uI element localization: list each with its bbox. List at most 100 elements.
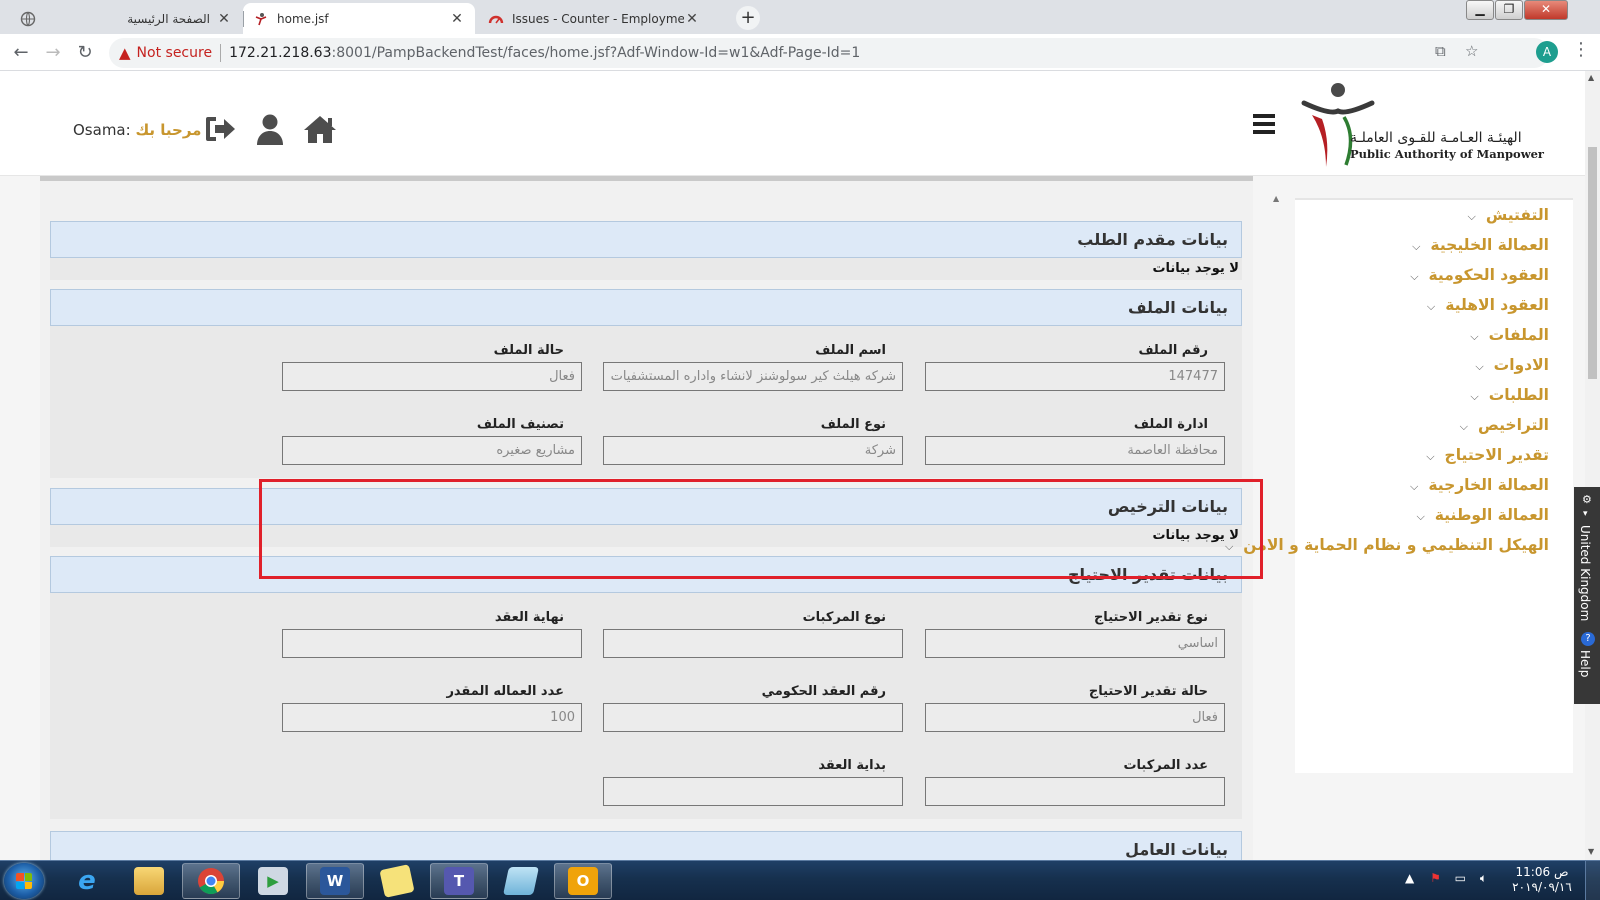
chevron-down-icon: ⌵ <box>1410 480 1419 493</box>
logout-icon[interactable] <box>202 111 238 147</box>
browser-menu-icon[interactable]: ⋮ <box>1572 39 1590 60</box>
sticky-notes-icon <box>379 864 415 898</box>
section-header-worker[interactable]: بيانات العامل <box>50 831 1242 860</box>
taskbar-clock[interactable]: 11:06 ص ٢٠١٩/٠٩/١٦ <box>1507 865 1577 895</box>
vehicle-type-field[interactable] <box>603 629 903 658</box>
file-name-field[interactable]: شركه هيلث كير سولوشنز لانشاء واداره المس… <box>603 362 903 391</box>
field-label-file-number: رقم الملف <box>1138 343 1208 358</box>
url-path: :8001/PampBackendTest/faces/home.jsf?Adf… <box>331 45 861 61</box>
tray-expand-icon[interactable]: ▲ <box>1405 871 1414 885</box>
translate-page-icon[interactable]: ⧉ <box>1435 42 1446 60</box>
taskbar-teams[interactable]: T <box>430 863 488 899</box>
needs-type-field[interactable]: اساسي <box>925 629 1225 658</box>
user-icon[interactable] <box>252 111 288 147</box>
forward-button[interactable]: → <box>41 41 65 65</box>
sidebar-item[interactable]: العقود الحكومية ⌵ <box>1295 260 1573 290</box>
taskbar-media-center[interactable]: ▶ <box>244 863 302 899</box>
profile-avatar[interactable]: A <box>1536 41 1558 63</box>
sidebar-item[interactable]: الطلبات ⌵ <box>1295 380 1573 410</box>
estimated-workers-field[interactable]: 100 <box>282 703 582 732</box>
contract-end-field[interactable] <box>282 629 582 658</box>
section-header-applicant[interactable]: بيانات مقدم الطلب <box>50 221 1242 258</box>
gov-contract-number-field[interactable] <box>603 703 903 732</box>
gear-icon[interactable]: ⚙ <box>1582 493 1592 506</box>
tab-close-icon[interactable]: ✕ <box>449 11 465 27</box>
start-button[interactable] <box>4 863 44 899</box>
maximize-button[interactable]: ❐ <box>1495 0 1523 20</box>
url-text[interactable]: 172.21.218.63:8001/PampBackendTest/faces… <box>229 45 860 61</box>
section-header-needs-assessment[interactable]: بيانات تقدير الاحتياج <box>50 556 1242 593</box>
scrollbar-thumb[interactable] <box>1588 147 1597 379</box>
taskbar-internet-explorer[interactable]: e <box>58 863 116 899</box>
sidebar-item[interactable]: الهيكل التنظيمي و نظام الحماية و الامن ⌵ <box>1225 530 1573 560</box>
section-header-license[interactable]: بيانات الترخيص <box>50 488 1242 525</box>
show-desktop-button[interactable] <box>1585 861 1600 900</box>
chevron-down-icon[interactable]: ▾ <box>1583 509 1588 519</box>
field-label-estimated-workers: عدد العماله المقدر <box>446 684 564 699</box>
taskbar-word[interactable]: W <box>306 863 364 899</box>
chevron-down-icon: ⌵ <box>1412 240 1421 253</box>
field-label-vehicle-count: عدد المركبات <box>1123 758 1208 773</box>
page-scrollbar[interactable]: ▲ ▼ <box>1585 71 1600 860</box>
taskbar-sticky-notes[interactable] <box>368 863 426 899</box>
sidebar-scroll-up-icon[interactable]: ▲ <box>1273 194 1279 203</box>
browser-toolbar: ← → ↻ ▲ Not secure 172.21.218.63:8001/Pa… <box>0 34 1600 71</box>
network-icon[interactable]: ▭ <box>1455 871 1466 885</box>
section-header-file[interactable]: بيانات الملف <box>50 289 1242 326</box>
bookmark-star-icon[interactable]: ☆ <box>1465 42 1478 60</box>
minimize-button[interactable]: ▁ <box>1466 0 1494 20</box>
help-icon[interactable]: ? <box>1581 632 1595 646</box>
reload-button[interactable]: ↻ <box>73 41 97 65</box>
welcome-username: Osama: <box>73 121 131 139</box>
sidebar-item-label: الملفات <box>1488 326 1549 344</box>
hamburger-menu-icon[interactable] <box>1253 114 1275 134</box>
tab-home-arabic[interactable]: الصفحة الرئيسية ✕ <box>10 3 242 34</box>
tab-close-icon[interactable]: ✕ <box>216 11 232 27</box>
scroll-down-arrow-icon[interactable]: ▼ <box>1588 847 1594 856</box>
translate-widget[interactable]: ⚙ ▾ United Kingdom ? Help <box>1574 487 1600 704</box>
volume-icon[interactable]: 🔈︎ <box>1480 871 1487 885</box>
tab-close-icon[interactable]: ✕ <box>684 11 700 27</box>
taskbar-chrome[interactable] <box>182 863 240 899</box>
sidebar-item[interactable]: الادوات ⌵ <box>1295 350 1573 380</box>
field-label-file-name: اسم الملف <box>815 343 886 358</box>
action-center-flag-icon[interactable]: ⚑ <box>1430 871 1441 885</box>
security-indicator[interactable]: ▲ Not secure <box>119 44 212 62</box>
new-tab-button[interactable]: + <box>736 6 760 30</box>
sidebar-item[interactable]: العمالة الخارجية ⌵ <box>1295 470 1573 500</box>
vehicle-count-field[interactable] <box>925 777 1225 806</box>
clock-time: 11:06 ص <box>1515 865 1569 879</box>
taskbar-outlook[interactable]: O <box>554 863 612 899</box>
sidebar-item[interactable]: التراخيص ⌵ <box>1295 410 1573 440</box>
contract-start-field[interactable] <box>603 777 903 806</box>
window-close-button[interactable]: ✕ <box>1524 0 1568 20</box>
file-number-field[interactable]: 147477 <box>925 362 1225 391</box>
clock-date: ٢٠١٩/٠٩/١٦ <box>1512 880 1572 894</box>
sidebar-item[interactable]: العمالة الخليجية ⌵ <box>1295 230 1573 260</box>
section-body-needs-assessment: نوع تقدير الاحتياج اساسي نوع المركبات نه… <box>50 593 1242 819</box>
tab-issues-counter[interactable]: Issues - Counter - Employment - ... ✕ <box>478 3 710 34</box>
sidebar-item[interactable]: العقود الاهلية ⌵ <box>1295 290 1573 320</box>
needs-status-field[interactable]: فعال <box>925 703 1225 732</box>
sidebar-item[interactable]: تقدير الاحتياج ⌵ <box>1295 440 1573 470</box>
back-button[interactable]: ← <box>9 41 33 65</box>
address-bar[interactable]: ▲ Not secure 172.21.218.63:8001/PampBack… <box>109 38 1549 68</box>
taskbar-file-explorer[interactable] <box>120 863 178 899</box>
file-classification-field[interactable]: مشاريع صغيره <box>282 436 582 465</box>
file-department-field[interactable]: محافظة العاصمة <box>925 436 1225 465</box>
file-type-field[interactable]: شركة <box>603 436 903 465</box>
url-divider <box>220 44 222 62</box>
file-status-field[interactable]: فعال <box>282 362 582 391</box>
sidebar-item[interactable]: التفتيش ⌵ <box>1295 200 1573 230</box>
sidebar-item-label: العقود الحكومية <box>1428 266 1549 284</box>
sidebar-item[interactable]: الملفات ⌵ <box>1295 320 1573 350</box>
home-icon[interactable] <box>302 111 338 147</box>
tab-home-jsf[interactable]: home.jsf ✕ <box>243 3 475 34</box>
sidebar-item[interactable]: العمالة الوطنية ⌵ <box>1295 500 1573 530</box>
chevron-down-icon: ⌵ <box>1426 450 1435 463</box>
scroll-up-arrow-icon[interactable]: ▲ <box>1588 73 1594 82</box>
taskbar-notepad[interactable] <box>492 863 550 899</box>
sidebar-item-label: التفتيش <box>1485 206 1549 224</box>
tab-title: home.jsf <box>277 11 329 26</box>
chevron-down-icon: ⌵ <box>1470 390 1479 403</box>
